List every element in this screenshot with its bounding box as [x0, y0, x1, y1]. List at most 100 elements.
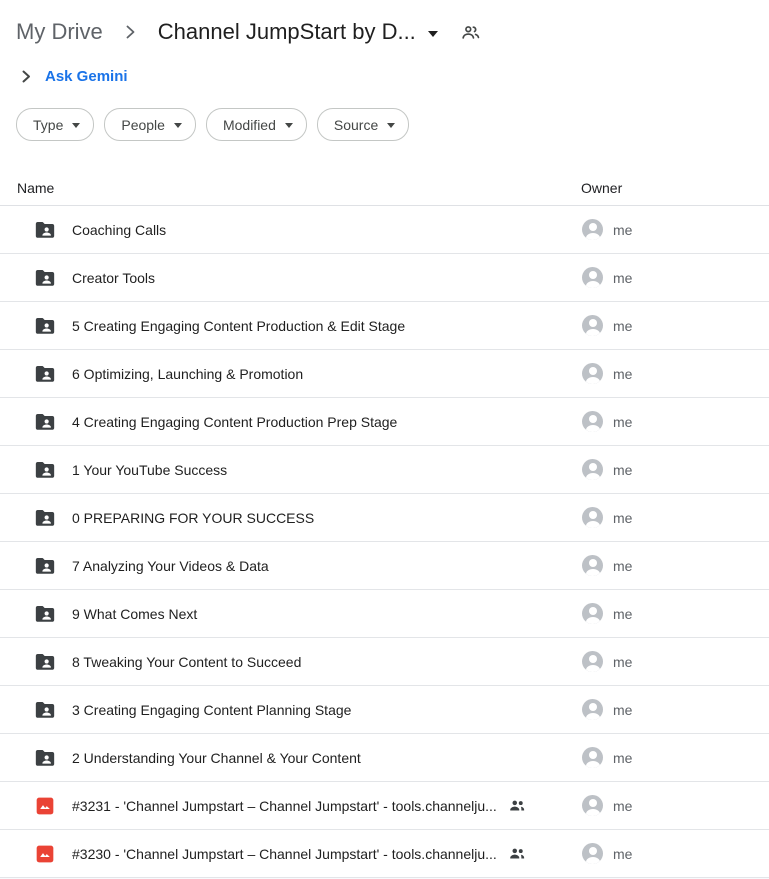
table-row[interactable]: 5 Creating Engaging Content Production &… [0, 302, 769, 350]
chevron-down-icon [174, 123, 182, 128]
file-type-icon [34, 651, 56, 673]
table-row[interactable]: 8 Tweaking Your Content to Succeed me [0, 638, 769, 686]
chevron-down-icon [285, 123, 293, 128]
file-name: 1 Your YouTube Success [72, 462, 227, 478]
file-type-icon [34, 555, 56, 577]
chip-label: Source [334, 117, 378, 133]
chevron-down-icon [72, 123, 80, 128]
owner-label: me [613, 846, 632, 862]
filter-chips: Type People Modified Source [0, 91, 769, 155]
file-name: 6 Optimizing, Launching & Promotion [72, 366, 303, 382]
shared-folder-people-icon[interactable] [460, 22, 481, 43]
chip-label: Type [33, 117, 63, 133]
owner-cell: me [582, 699, 632, 720]
shared-folder-icon [34, 459, 56, 481]
table-row[interactable]: 7 Analyzing Your Videos & Data me [0, 542, 769, 590]
shared-folder-icon [34, 555, 56, 577]
owner-avatar [582, 747, 603, 768]
owner-cell: me [582, 555, 632, 576]
owner-avatar [582, 363, 603, 384]
owner-avatar [582, 459, 603, 480]
table-row[interactable]: 4 Creating Engaging Content Production P… [0, 398, 769, 446]
file-name: 9 What Comes Next [72, 606, 197, 622]
owner-cell: me [582, 363, 632, 384]
owner-label: me [613, 798, 632, 814]
owner-avatar [582, 843, 603, 864]
file-name: 5 Creating Engaging Content Production &… [72, 318, 405, 334]
column-header-owner[interactable]: Owner [581, 180, 622, 196]
file-type-icon [34, 795, 56, 817]
page-title: Channel JumpStart by D... [158, 19, 416, 45]
column-header-name[interactable]: Name [17, 180, 54, 196]
file-name: #3231 - 'Channel Jumpstart – Channel Jum… [72, 798, 497, 814]
owner-label: me [613, 462, 632, 478]
filter-chip-modified[interactable]: Modified [206, 108, 307, 141]
file-type-icon [34, 603, 56, 625]
owner-avatar [582, 267, 603, 288]
file-type-icon [34, 843, 56, 865]
chevron-down-icon [387, 123, 395, 128]
table-row[interactable]: 3 Creating Engaging Content Planning Sta… [0, 686, 769, 734]
shared-folder-icon [34, 603, 56, 625]
breadcrumb-chevron-icon [125, 24, 136, 40]
table-row[interactable]: 1 Your YouTube Success me [0, 446, 769, 494]
owner-label: me [613, 606, 632, 622]
owner-label: me [613, 558, 632, 574]
file-type-icon [34, 459, 56, 481]
owner-avatar [582, 699, 603, 720]
owner-cell: me [582, 219, 632, 240]
file-name: 8 Tweaking Your Content to Succeed [72, 654, 301, 670]
filter-chip-type[interactable]: Type [16, 108, 94, 141]
file-type-icon [34, 363, 56, 385]
owner-avatar [582, 651, 603, 672]
owner-cell: me [582, 747, 632, 768]
owner-avatar [582, 315, 603, 336]
shared-folder-icon [34, 219, 56, 241]
file-type-icon [34, 411, 56, 433]
breadcrumb-my-drive[interactable]: My Drive [16, 19, 103, 45]
chip-label: People [121, 117, 165, 133]
owner-cell: me [582, 507, 632, 528]
file-type-icon [34, 747, 56, 769]
owner-label: me [613, 414, 632, 430]
owner-cell: me [582, 315, 632, 336]
owner-avatar [582, 603, 603, 624]
table-row[interactable]: Creator Tools me [0, 254, 769, 302]
gemini-expand-chevron-icon[interactable] [22, 70, 31, 83]
file-type-icon [34, 267, 56, 289]
title-dropdown-caret-icon [428, 31, 438, 37]
file-type-icon [34, 507, 56, 529]
owner-cell: me [582, 459, 632, 480]
file-name: 7 Analyzing Your Videos & Data [72, 558, 269, 574]
owner-label: me [613, 222, 632, 238]
owner-avatar [582, 411, 603, 432]
shared-folder-icon [34, 267, 56, 289]
image-file-icon [35, 844, 55, 864]
owner-label: me [613, 750, 632, 766]
file-name: 4 Creating Engaging Content Production P… [72, 414, 397, 430]
table-row[interactable]: Coaching Calls me [0, 206, 769, 254]
chip-label: Modified [223, 117, 276, 133]
owner-label: me [613, 510, 632, 526]
file-name: 3 Creating Engaging Content Planning Sta… [72, 702, 351, 718]
table-row[interactable]: 0 PREPARING FOR YOUR SUCCESS me [0, 494, 769, 542]
owner-cell: me [582, 603, 632, 624]
shared-folder-icon [34, 411, 56, 433]
filter-chip-source[interactable]: Source [317, 108, 409, 141]
file-name: 0 PREPARING FOR YOUR SUCCESS [72, 510, 314, 526]
filter-chip-people[interactable]: People [104, 108, 196, 141]
table-row[interactable]: 9 What Comes Next me [0, 590, 769, 638]
shared-people-icon [508, 846, 526, 861]
breadcrumb: My Drive Channel JumpStart by D... [0, 0, 769, 50]
table-row[interactable]: #3230 - 'Channel Jumpstart – Channel Jum… [0, 830, 769, 878]
shared-folder-icon [34, 315, 56, 337]
table-row[interactable]: #3231 - 'Channel Jumpstart – Channel Jum… [0, 782, 769, 830]
ask-gemini-link[interactable]: Ask Gemini [45, 68, 128, 85]
folder-title-menu[interactable]: Channel JumpStart by D... [158, 19, 438, 45]
shared-folder-icon [34, 507, 56, 529]
table-row[interactable]: 2 Understanding Your Channel & Your Cont… [0, 734, 769, 782]
file-name: Coaching Calls [72, 222, 166, 238]
file-type-icon [34, 699, 56, 721]
owner-label: me [613, 654, 632, 670]
table-row[interactable]: 6 Optimizing, Launching & Promotion me [0, 350, 769, 398]
